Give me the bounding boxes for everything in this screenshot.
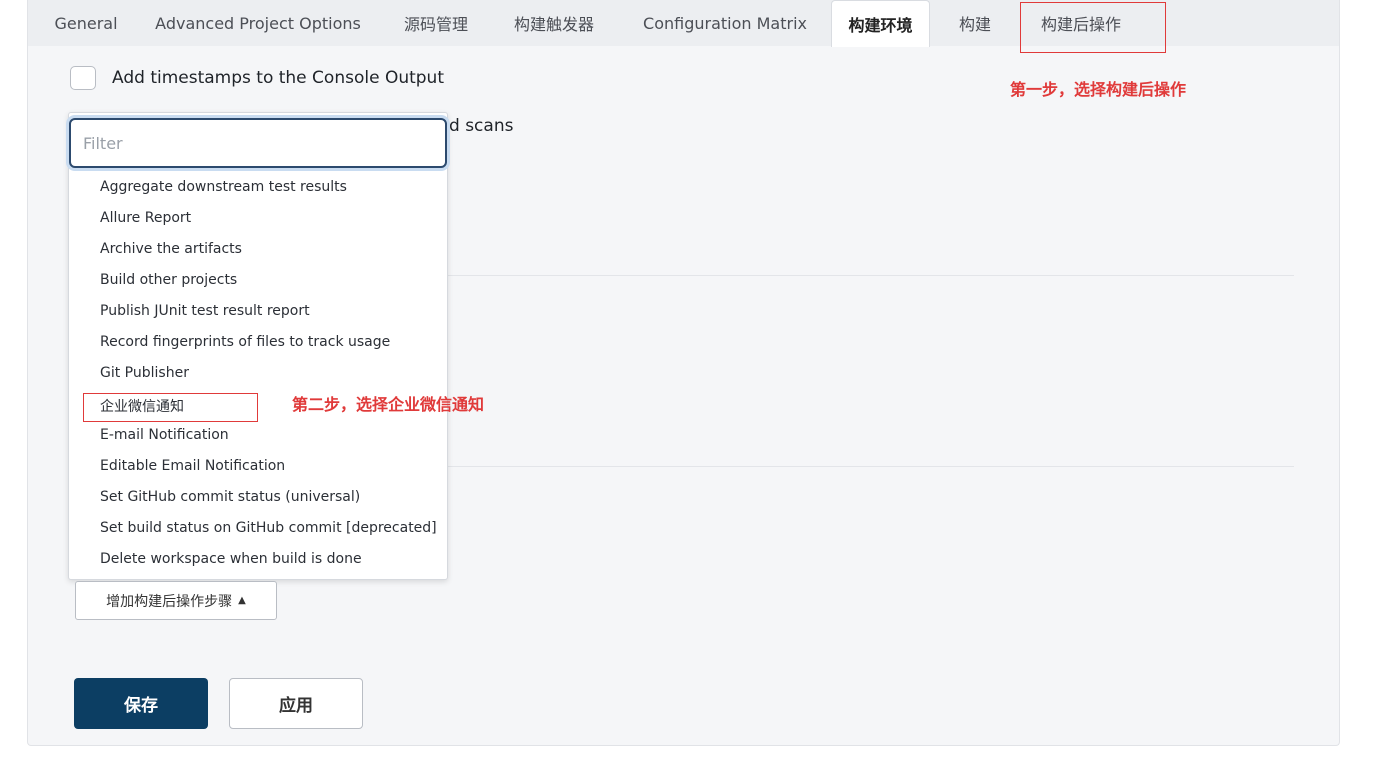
menu-item-build-other-projects[interactable]: Build other projects — [100, 272, 237, 288]
filter-input[interactable] — [69, 118, 447, 168]
menu-item-editable-email-notification[interactable]: Editable Email Notification — [100, 458, 285, 474]
timestamps-checkbox[interactable] — [70, 66, 96, 90]
menu-item-set-build-status-github[interactable]: Set build status on GitHub commit [depre… — [100, 520, 437, 536]
menu-item-archive-artifacts[interactable]: Archive the artifacts — [100, 241, 242, 257]
menu-item-email-notification[interactable]: E-mail Notification — [100, 427, 229, 443]
post-build-action-dropdown: Aggregate downstream test results Allure… — [68, 112, 448, 580]
tab-build-environment[interactable]: 构建环境 — [831, 0, 930, 47]
menu-item-aggregate-downstream-test-results[interactable]: Aggregate downstream test results — [100, 179, 347, 195]
add-post-build-step-button[interactable]: 增加构建后操作步骤 ▲ — [75, 581, 277, 620]
menu-item-allure-report[interactable]: Allure Report — [100, 210, 191, 226]
menu-item-git-publisher[interactable]: Git Publisher — [100, 365, 189, 381]
highlight-box-wecom-item — [83, 393, 258, 422]
second-option-label-fragment: d scans — [449, 116, 514, 136]
tab-build[interactable]: 构建 — [946, 0, 1004, 46]
menu-item-record-fingerprints[interactable]: Record fingerprints of files to track us… — [100, 334, 390, 350]
section-divider — [448, 275, 1294, 276]
tab-general[interactable]: General — [43, 0, 129, 46]
annotation-step-2: 第二步，选择企业微信通知 — [292, 395, 485, 414]
add-step-label: 增加构建后操作步骤 — [106, 593, 233, 610]
annotation-step-1: 第一步，选择构建后操作 — [1010, 80, 1187, 99]
save-button[interactable]: 保存 — [74, 678, 208, 729]
tab-configuration-matrix[interactable]: Configuration Matrix — [635, 0, 815, 46]
apply-button[interactable]: 应用 — [229, 678, 363, 729]
tab-advanced-project-options[interactable]: Advanced Project Options — [153, 0, 363, 46]
tab-build-triggers[interactable]: 构建触发器 — [504, 0, 604, 46]
highlight-box-post-build-tab — [1020, 2, 1166, 53]
menu-item-publish-junit[interactable]: Publish JUnit test result report — [100, 303, 310, 319]
section-divider — [448, 466, 1294, 467]
tab-source-code-management[interactable]: 源码管理 — [392, 0, 480, 46]
menu-item-set-github-commit-status[interactable]: Set GitHub commit status (universal) — [100, 489, 360, 505]
caret-up-icon: ▲ — [238, 595, 246, 606]
menu-item-delete-workspace[interactable]: Delete workspace when build is done — [100, 551, 362, 567]
timestamps-label: Add timestamps to the Console Output — [112, 68, 444, 88]
